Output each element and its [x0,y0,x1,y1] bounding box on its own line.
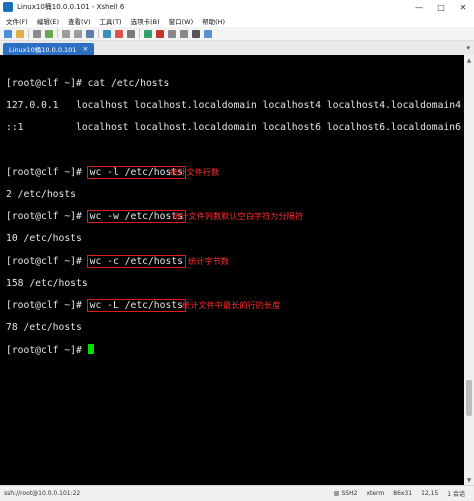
cat-command: cat /etc/hosts [87,78,170,90]
tab-close-icon[interactable]: × [82,45,88,53]
close-icon[interactable]: ✕ [452,0,474,14]
session-count: 1 会话 [447,491,465,498]
reconnect-icon[interactable] [45,29,53,38]
annotation-note: 统计字节数 [188,255,229,266]
terminal-line: [root@clf ~]# wc -L /etc/hosts 统计文件中最长的行的… [6,298,464,312]
prompt: [root@clf ~]# [6,255,88,267]
terminal-line: [root@clf ~]# wc -l /etc/hosts 统计文件行数 [6,165,464,179]
terminal-type: xterm [366,490,385,497]
maximize-icon[interactable]: □ [430,0,452,14]
lock-icon[interactable] [180,29,188,38]
terminal-line: 158 /etc/hosts [6,277,88,289]
cursor-position: 12,15 [421,490,439,497]
transfer-icon[interactable] [156,29,164,38]
disconnect-icon[interactable] [33,29,41,38]
terminal-cursor [87,344,94,355]
prompt: [root@clf ~]# [6,78,88,90]
scroll-down-icon[interactable]: ▼ [464,475,474,485]
xshell-logo-icon [3,2,13,12]
prompt: [root@clf ~]# [6,345,88,357]
annotation-note: 统计文件行数 [170,166,220,177]
highlighted-command: wc -c /etc/hosts [86,254,186,268]
terminal-line: [root@clf ~]# wc -c /etc/hosts 统计字节数 [6,254,464,268]
tab-list-icon[interactable]: ▾ [466,44,474,52]
status-bar: ssh://root@10.0.0.101:22 SSH2 xterm 86x3… [0,485,474,501]
toolbar-divider [57,29,58,38]
menu-edit[interactable]: 编辑(E) [37,16,59,26]
terminal-line: [root@clf ~]# cat /etc/hosts [6,78,464,89]
search-icon[interactable] [86,29,94,38]
annotation-note: 统计文件中最长的行的长度 [182,299,281,310]
toolbar-divider [98,29,99,38]
prompt: [root@clf ~]# [6,211,88,223]
paste-icon[interactable] [74,29,82,38]
terminal-line: 127.0.0.1 localhost localhost.localdomai… [6,100,461,112]
font-icon[interactable] [127,29,135,38]
menu-tools[interactable]: 工具(T) [100,16,122,26]
window-title: Linux10桶10.0.0.101 - Xshell 6 [17,3,125,11]
fullscreen-icon[interactable] [168,29,176,38]
prompt: [root@clf ~]# [6,299,88,311]
menu-view[interactable]: 查看(V) [68,16,91,26]
minimize-icon[interactable]: — [408,0,430,14]
menu-window[interactable]: 窗口(W) [169,16,194,26]
menu-bar: 文件(F) 编辑(E) 查看(V) 工具(T) 选项卡(B) 窗口(W) 帮助(… [0,14,474,27]
session-tab[interactable]: Linux10桶10.0.0.101 × [3,43,95,55]
highlighted-command: wc -L /etc/hosts [86,298,186,312]
prompt: [root@clf ~]# [6,166,88,178]
annotation-note: 统计文件列数默认空白字符为分隔符 [172,211,304,222]
terminal-line: ::1 localhost localhost.localdomain loca… [6,122,461,134]
menu-tab[interactable]: 选项卡(B) [131,16,160,26]
terminal-scrollbar[interactable]: ▲ ▼ [464,55,474,485]
open-folder-icon[interactable] [16,29,24,38]
terminal-line: [root@clf ~]# [6,344,464,357]
title-bar: Linux10桶10.0.0.101 - Xshell 6 — □ ✕ [0,0,474,14]
color-scheme-icon[interactable] [115,29,123,38]
copy-icon[interactable] [62,29,70,38]
lock-icon [334,491,340,496]
xftp-icon[interactable] [144,29,152,38]
terminal-line: [root@clf ~]# wc -w /etc/hosts 统计文件列数默认空白… [6,210,464,224]
toolbar-divider [28,29,29,38]
toolbar-divider [139,29,140,38]
keyboard-icon[interactable] [192,29,200,38]
menu-help[interactable]: 帮助(H) [202,16,225,26]
terminal-line: 78 /etc/hosts [6,322,82,334]
tab-bar: Linux10桶10.0.0.101 × ▾ [0,41,474,55]
session-tab-label: Linux10桶10.0.0.101 [9,46,77,54]
terminal-output[interactable]: [root@clf ~]# cat /etc/hosts 127.0.0.1 l… [0,55,464,485]
menu-file[interactable]: 文件(F) [6,16,28,26]
terminal-size: 86x31 [393,490,413,497]
scroll-up-icon[interactable]: ▲ [464,55,474,65]
protocol: SSH2 [341,490,358,497]
connection-address: ssh://root@10.0.0.101:22 [4,490,81,497]
new-session-icon[interactable] [4,29,12,38]
help-icon[interactable] [204,29,212,38]
terminal-line: 2 /etc/hosts [6,189,76,201]
terminal-line: 10 /etc/hosts [6,233,82,245]
scrollbar-thumb[interactable] [466,380,472,416]
globe-icon[interactable] [103,29,111,38]
toolbar [0,27,474,41]
